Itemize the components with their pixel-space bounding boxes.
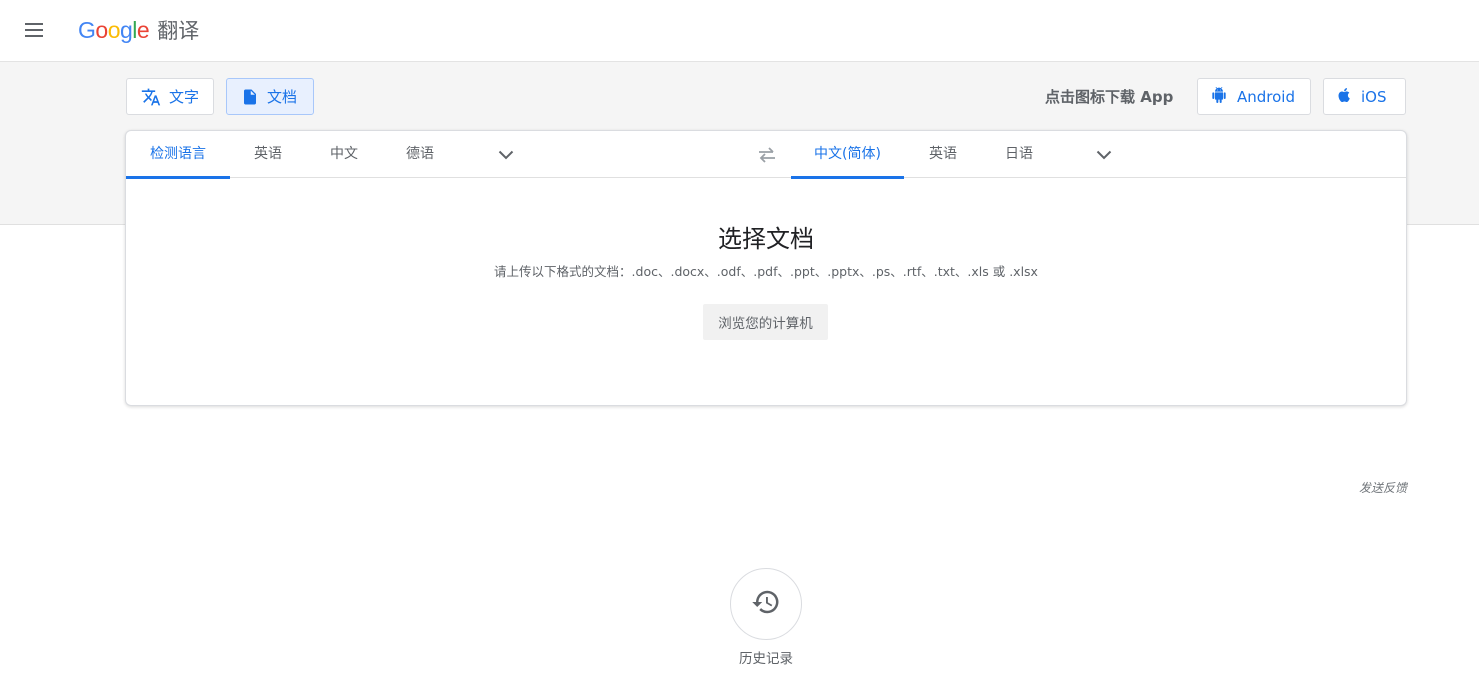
document-title: 选择文档: [718, 225, 814, 253]
apple-icon: [1337, 87, 1351, 107]
top-app-bar: Google 翻译: [0, 0, 1479, 62]
text-mode-label: 文字: [169, 88, 200, 106]
ios-app-button[interactable]: iOS: [1323, 78, 1406, 115]
source-lang-english[interactable]: 英语: [242, 131, 294, 178]
target-lang-english[interactable]: 英语: [917, 131, 969, 178]
target-lang-japanese[interactable]: 日语: [993, 131, 1045, 178]
menu-icon[interactable]: [18, 14, 50, 46]
ios-label: iOS: [1361, 87, 1387, 106]
chevron-down-icon[interactable]: [1093, 144, 1115, 166]
language-bar: 检测语言 英语 中文 德语 中文(简体) 英语 日语: [126, 131, 1406, 179]
translation-card: 检测语言 英语 中文 德语 中文(简体) 英语 日语 选择文档 请上传以下格式的…: [125, 130, 1407, 406]
text-mode-button[interactable]: 文字: [126, 78, 214, 115]
document-icon: [241, 87, 259, 107]
target-lang-chinese-simplified[interactable]: 中文(简体): [791, 131, 904, 179]
product-name: 翻译: [157, 19, 200, 43]
google-logo: Google: [78, 16, 150, 43]
swap-icon[interactable]: [754, 143, 780, 167]
logo[interactable]: Google 翻译: [78, 14, 199, 46]
chevron-down-icon[interactable]: [495, 144, 517, 166]
source-lang-chinese[interactable]: 中文: [318, 131, 370, 178]
source-lang-detect[interactable]: 检测语言: [126, 131, 230, 179]
history-button[interactable]: [730, 568, 802, 640]
android-label: Android: [1237, 87, 1295, 106]
android-app-button[interactable]: Android: [1197, 78, 1311, 115]
history-label: 历史记录: [739, 651, 793, 667]
browse-computer-button[interactable]: 浏览您的计算机: [703, 304, 828, 340]
translate-icon: [141, 87, 161, 107]
document-format-hint: 请上传以下格式的文档：.doc、.docx、.odf、.pdf、.ppt、.pp…: [494, 264, 1038, 279]
source-lang-german[interactable]: 德语: [394, 131, 446, 178]
android-icon: [1211, 86, 1227, 108]
document-mode-button[interactable]: 文档: [226, 78, 314, 115]
history-icon: [751, 587, 781, 621]
app-download-label: 点击图标下载 App: [1045, 88, 1174, 106]
document-mode-label: 文档: [267, 88, 298, 106]
send-feedback-link[interactable]: 发送反馈: [1320, 479, 1407, 496]
